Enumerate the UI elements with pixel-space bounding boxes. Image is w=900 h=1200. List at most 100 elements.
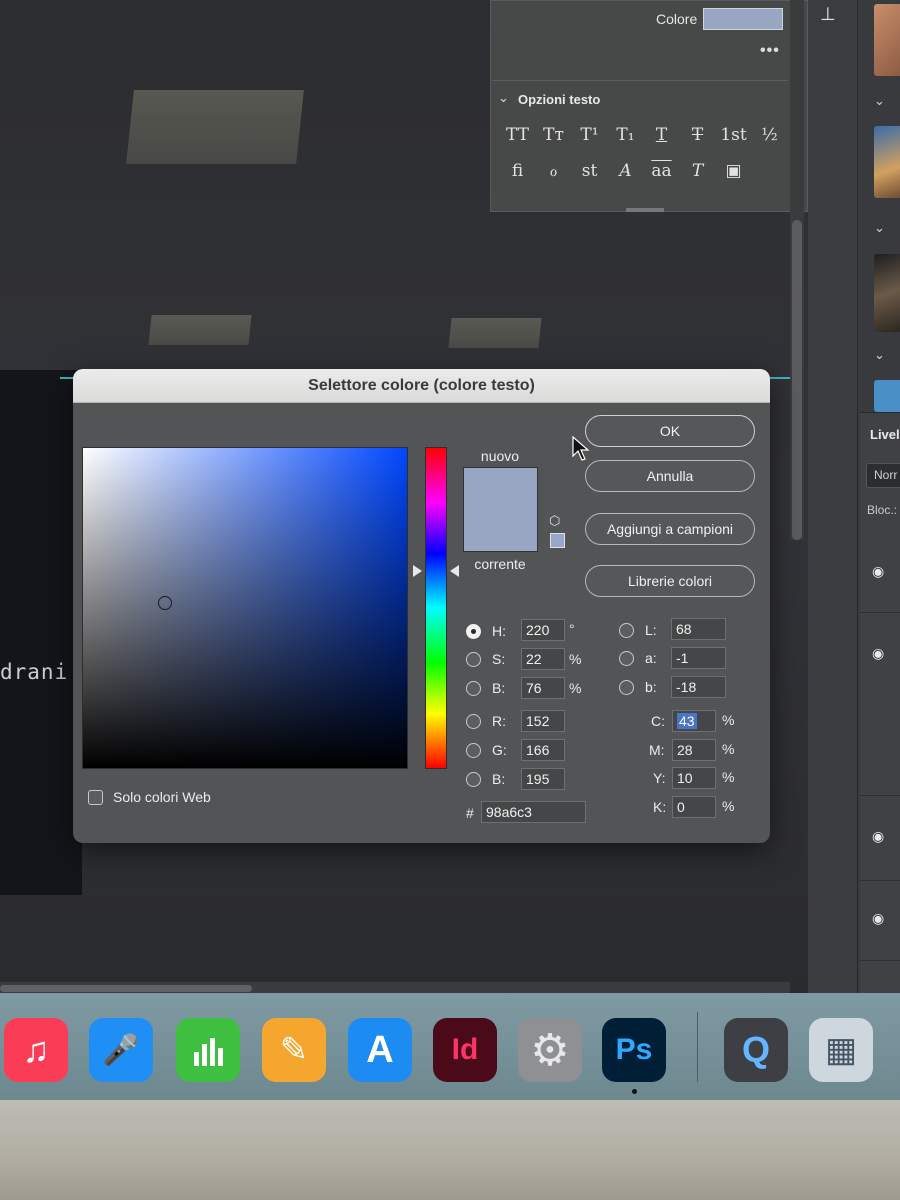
web-colors-only-checkbox[interactable] bbox=[88, 790, 103, 805]
swash-button[interactable]: A bbox=[612, 158, 639, 184]
subscript-button[interactable]: T₁ bbox=[612, 122, 639, 148]
chevron-down-icon[interactable]: ⌄ bbox=[874, 93, 885, 109]
color-libraries-button[interactable]: Librerie colori bbox=[585, 565, 755, 597]
tab-layers[interactable]: Livel bbox=[870, 427, 900, 442]
web-colors-only-label[interactable]: Solo colori Web bbox=[113, 789, 211, 805]
b-channel-input[interactable]: -18 bbox=[671, 676, 726, 698]
image-thumbnail[interactable] bbox=[874, 126, 900, 198]
green-label: G: bbox=[492, 742, 507, 758]
black-input[interactable]: 0 bbox=[672, 796, 716, 818]
stamp-icon[interactable]: ⊥ bbox=[820, 4, 836, 25]
dock-app-app-store[interactable]: A bbox=[348, 1018, 412, 1082]
all-caps-button[interactable]: TT bbox=[504, 122, 531, 148]
eye-icon[interactable]: ◉ bbox=[872, 828, 884, 845]
ligatures-button[interactable]: ﬁ bbox=[504, 158, 531, 184]
superscript-button[interactable]: T¹ bbox=[576, 122, 603, 148]
radio-lightness[interactable] bbox=[619, 623, 634, 638]
ok-button[interactable]: OK bbox=[585, 415, 755, 447]
yellow-unit: % bbox=[722, 769, 735, 785]
color-field-picker[interactable] bbox=[158, 596, 172, 610]
dock-app-quicktime[interactable]: Q bbox=[724, 1018, 788, 1082]
brightness-input[interactable]: 76 bbox=[521, 677, 565, 699]
dock-app-keynote[interactable]: 🎤 bbox=[89, 1018, 153, 1082]
underline-button[interactable]: T bbox=[648, 122, 675, 148]
radio-saturation[interactable] bbox=[466, 652, 481, 667]
eye-icon[interactable]: ◉ bbox=[872, 563, 884, 580]
a-channel-input[interactable]: -1 bbox=[671, 647, 726, 669]
dock-app-indesign[interactable]: Id bbox=[433, 1018, 497, 1082]
blend-mode-select[interactable]: Norr bbox=[866, 463, 900, 488]
a-channel-label: a: bbox=[645, 650, 657, 666]
eye-icon[interactable]: ◉ bbox=[872, 910, 884, 927]
document-canvas[interactable] bbox=[0, 370, 82, 895]
dock-app-music[interactable]: ♫ bbox=[4, 1018, 68, 1082]
contextual-alternates-button[interactable]: ℴ bbox=[540, 158, 567, 184]
new-color-swatch bbox=[463, 467, 538, 509]
dialog-title: Selettore colore (colore testo) bbox=[308, 377, 535, 394]
chevron-down-icon[interactable]: ⌄ bbox=[874, 347, 885, 363]
green-input[interactable]: 166 bbox=[521, 739, 565, 761]
magenta-label: M: bbox=[649, 742, 665, 758]
radio-brightness[interactable] bbox=[466, 681, 481, 696]
photoshop-icon: Ps bbox=[615, 1033, 653, 1066]
ordinal-box-button[interactable]: ▣ bbox=[720, 158, 747, 184]
panel-resize-handle[interactable] bbox=[626, 208, 664, 212]
eye-icon[interactable]: ◉ bbox=[872, 645, 884, 662]
hex-input[interactable]: 98a6c3 bbox=[481, 801, 586, 823]
cancel-button[interactable]: Annulla bbox=[585, 460, 755, 492]
b-channel-label: b: bbox=[645, 679, 657, 695]
horizontal-scrollbar-thumb[interactable] bbox=[0, 985, 252, 992]
lightness-input[interactable]: 68 bbox=[671, 618, 726, 640]
brightness-unit: % bbox=[569, 680, 582, 696]
radio-red[interactable] bbox=[466, 714, 481, 729]
image-thumbnail[interactable] bbox=[874, 380, 900, 412]
cyan-input[interactable]: 43 bbox=[672, 710, 716, 732]
radio-hue[interactable] bbox=[466, 624, 481, 639]
titling-alternates-button[interactable]: T bbox=[684, 158, 711, 184]
document-text-layer[interactable]: drani bbox=[0, 660, 68, 684]
panel-scrollbar-thumb[interactable] bbox=[792, 220, 802, 540]
dock-app-pages[interactable]: ✎ bbox=[262, 1018, 326, 1082]
chevron-down-icon[interactable]: ⌄ bbox=[498, 90, 509, 106]
image-thumbnail[interactable] bbox=[874, 254, 900, 332]
section-title-opzioni-testo[interactable]: Opzioni testo bbox=[518, 92, 600, 107]
chevron-down-icon[interactable]: ⌄ bbox=[874, 220, 885, 236]
color-field[interactable] bbox=[82, 447, 408, 769]
saturation-input[interactable]: 22 bbox=[521, 648, 565, 670]
hue-slider[interactable] bbox=[425, 447, 447, 769]
lock-label: Bloc.: bbox=[867, 503, 898, 517]
red-input[interactable]: 152 bbox=[521, 710, 565, 732]
app-store-icon: A bbox=[366, 1028, 394, 1071]
current-color-swatch[interactable] bbox=[463, 509, 538, 552]
dock-app-preview[interactable]: ▦ bbox=[809, 1018, 873, 1082]
magenta-unit: % bbox=[722, 741, 735, 757]
color-picker-dialog: Selettore colore (colore testo) nuovo co… bbox=[73, 369, 770, 843]
hue-input[interactable]: 220 bbox=[521, 619, 565, 641]
discretionary-ligatures-button[interactable]: st bbox=[576, 158, 603, 184]
stylistic-alternates-button[interactable]: aa bbox=[648, 158, 675, 184]
hue-slider-handle-right[interactable] bbox=[450, 565, 459, 577]
radio-green[interactable] bbox=[466, 743, 481, 758]
dock-app-photoshop[interactable]: Ps bbox=[602, 1018, 666, 1082]
magenta-input[interactable]: 28 bbox=[672, 739, 716, 761]
fractions-button[interactable]: ½ bbox=[756, 122, 783, 148]
hue-slider-handle-left[interactable] bbox=[413, 565, 422, 577]
radio-a-channel[interactable] bbox=[619, 651, 634, 666]
web-safe-swatch[interactable] bbox=[550, 533, 565, 548]
dock-app-numbers[interactable] bbox=[176, 1018, 240, 1082]
radio-blue[interactable] bbox=[466, 772, 481, 787]
strikethrough-button[interactable]: T bbox=[684, 122, 711, 148]
radio-b-channel[interactable] bbox=[619, 680, 634, 695]
blue-input[interactable]: 195 bbox=[521, 768, 565, 790]
blue-label: B: bbox=[492, 771, 506, 787]
ordinals-button[interactable]: 1st bbox=[720, 122, 747, 148]
text-color-swatch[interactable] bbox=[703, 8, 783, 30]
add-to-swatches-button[interactable]: Aggiungi a campioni bbox=[585, 513, 755, 545]
yellow-input[interactable]: 10 bbox=[672, 767, 716, 789]
dialog-titlebar[interactable]: Selettore colore (colore testo) bbox=[73, 369, 770, 403]
small-caps-button[interactable]: Tт bbox=[540, 122, 567, 148]
image-thumbnail[interactable] bbox=[874, 4, 900, 76]
dock-app-system-preferences[interactable]: ⚙ bbox=[518, 1018, 582, 1082]
cube-icon[interactable]: ⬡ bbox=[549, 513, 560, 529]
more-options-icon[interactable]: ••• bbox=[760, 42, 780, 60]
